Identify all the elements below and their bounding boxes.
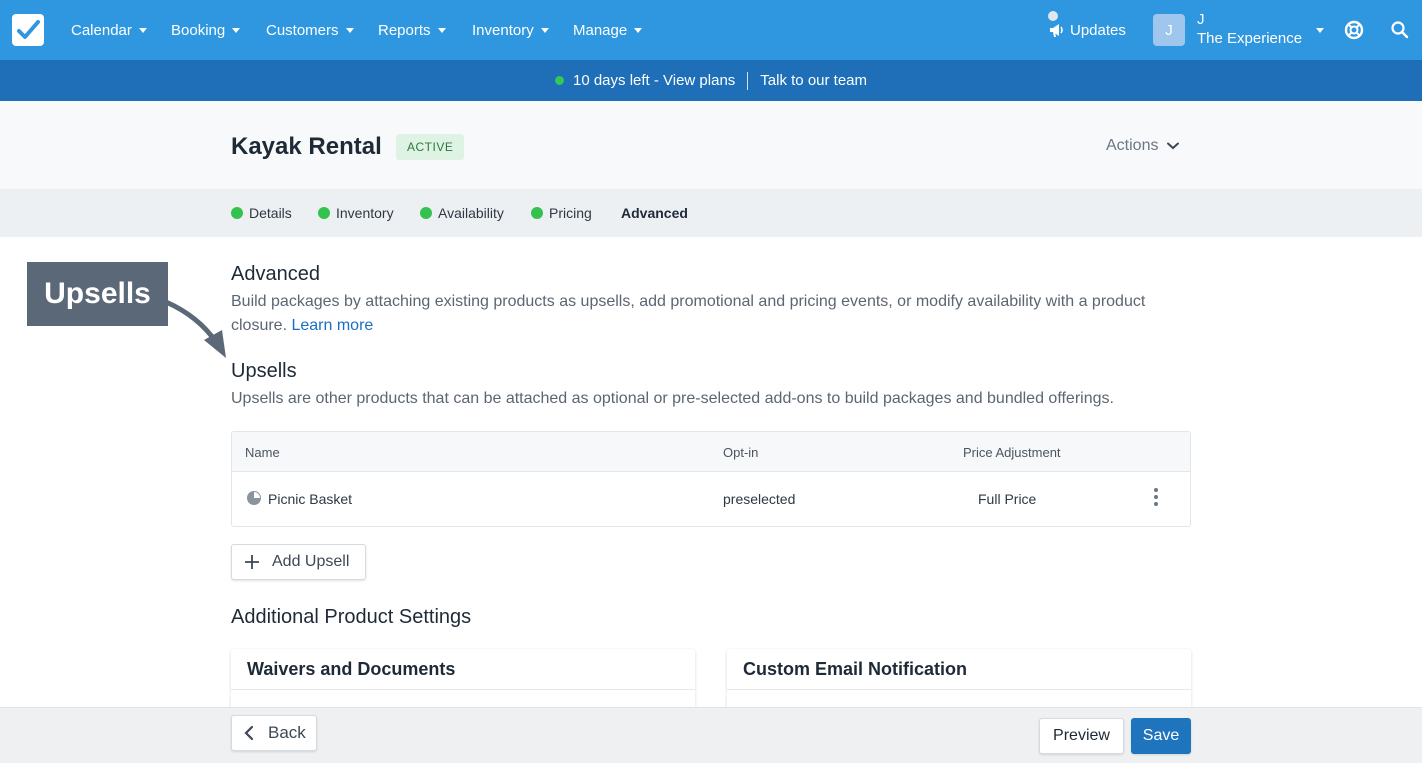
page-title: Kayak Rental — [231, 133, 382, 160]
tab-inventory[interactable]: Inventory — [318, 189, 394, 237]
tab-pricing[interactable]: Pricing — [531, 189, 592, 237]
upsells-callout: Upsells — [27, 262, 168, 326]
add-upsell-button[interactable]: Add Upsell — [231, 544, 366, 580]
table-header: Name Opt-in Price Adjustment — [232, 432, 1190, 472]
complete-dot-icon — [531, 207, 543, 219]
card-divider — [727, 689, 1191, 690]
avatar[interactable]: J — [1153, 14, 1185, 46]
complete-dot-icon — [420, 207, 432, 219]
nav-customers-label: Customers — [266, 21, 339, 39]
caret-down-icon — [138, 27, 147, 33]
trial-banner: 10 days left - View plans Talk to our te… — [0, 60, 1422, 101]
email-notification-card-title: Custom Email Notification — [743, 659, 968, 679]
tab-inventory-label: Inventory — [336, 205, 394, 221]
plus-icon — [245, 555, 259, 569]
chevron-down-icon — [1167, 142, 1180, 150]
caret-down-icon — [345, 27, 354, 33]
preview-button[interactable]: Preview — [1039, 718, 1124, 754]
updates-button[interactable]: Updates — [1048, 0, 1126, 60]
upsells-table: Name Opt-in Price Adjustment Picnic Bask… — [231, 431, 1191, 527]
actions-dropdown[interactable]: Actions — [1106, 137, 1180, 155]
waivers-card[interactable]: Waivers and Documents — [231, 649, 695, 709]
notification-dot-icon — [1048, 11, 1058, 21]
nav-manage[interactable]: Manage — [573, 0, 643, 60]
email-notification-card[interactable]: Custom Email Notification — [727, 649, 1191, 709]
waivers-card-title: Waivers and Documents — [247, 659, 456, 679]
tab-advanced[interactable]: Advanced — [621, 189, 688, 237]
back-button[interactable]: Back — [231, 715, 317, 751]
nav-booking-label: Booking — [171, 21, 226, 39]
add-upsell-label: Add Upsell — [272, 553, 350, 570]
nav-calendar-label: Calendar — [71, 21, 132, 39]
upsell-name: Picnic Basket — [268, 491, 353, 507]
save-button[interactable]: Save — [1131, 718, 1191, 754]
card-divider — [231, 689, 695, 690]
view-plans-link[interactable]: 10 days left - View plans — [573, 72, 735, 89]
back-label: Back — [268, 723, 306, 742]
upsells-heading: Upsells — [231, 360, 297, 382]
app-logo-checkbox-icon[interactable] — [12, 14, 44, 46]
nav-booking[interactable]: Booking — [171, 0, 241, 60]
account-menu[interactable]: J The Experience — [1197, 10, 1302, 48]
upsells-description: Upsells are other products that can be a… — [231, 390, 1114, 407]
tab-pricing-label: Pricing — [549, 205, 592, 221]
user-name: J — [1197, 11, 1205, 28]
nav-inventory-label: Inventory — [472, 21, 534, 39]
complete-dot-icon — [231, 207, 243, 219]
nav-customers[interactable]: Customers — [266, 0, 354, 60]
megaphone-icon — [1050, 24, 1063, 37]
footer-bar — [0, 707, 1422, 763]
caret-down-icon — [634, 27, 643, 33]
banner-divider — [747, 71, 749, 90]
tab-advanced-label: Advanced — [621, 205, 688, 221]
status-dot-icon — [554, 76, 564, 85]
nav-manage-label: Manage — [573, 21, 628, 39]
chevron-left-icon — [244, 725, 254, 741]
nav-reports[interactable]: Reports — [378, 0, 446, 60]
complete-dot-icon — [318, 207, 330, 219]
upsell-price-adjustment: Full Price — [978, 491, 1037, 507]
talk-to-team-link[interactable]: Talk to our team — [760, 72, 867, 89]
column-header-opt-in: Opt-in — [723, 445, 759, 460]
product-pie-icon — [247, 491, 261, 505]
actions-label: Actions — [1106, 137, 1159, 154]
nav-reports-label: Reports — [378, 21, 431, 39]
learn-more-link[interactable]: Learn more — [291, 317, 373, 334]
product-header — [0, 101, 1422, 189]
help-lifebuoy-icon[interactable] — [1344, 20, 1364, 40]
upsell-opt-in: preselected — [723, 491, 796, 507]
updates-label: Updates — [1070, 21, 1126, 39]
search-icon[interactable] — [1390, 20, 1410, 40]
company-name: The Experience — [1197, 30, 1303, 47]
additional-settings-heading: Additional Product Settings — [231, 606, 472, 628]
row-menu-kebab-icon[interactable] — [1151, 488, 1161, 510]
tab-details[interactable]: Details — [231, 189, 292, 237]
tab-availability-label: Availability — [438, 205, 504, 221]
tab-details-label: Details — [249, 205, 292, 221]
nav-calendar[interactable]: Calendar — [71, 0, 147, 60]
advanced-description: Build packages by attaching existing pro… — [231, 290, 1201, 338]
column-header-price-adjustment: Price Adjustment — [963, 445, 1061, 460]
top-navigation: Calendar Booking Customers Reports Inven… — [0, 0, 1422, 60]
status-badge: ACTIVE — [396, 134, 465, 160]
product-tabs — [0, 189, 1422, 237]
caret-down-icon — [437, 27, 446, 33]
advanced-heading: Advanced — [231, 263, 320, 285]
callout-arrow-icon — [163, 299, 226, 358]
column-header-name: Name — [245, 445, 280, 460]
caret-down-icon — [232, 27, 241, 33]
tab-availability[interactable]: Availability — [420, 189, 504, 237]
account-caret-down-icon[interactable] — [1316, 28, 1324, 33]
caret-down-icon — [540, 27, 549, 33]
nav-inventory[interactable]: Inventory — [472, 0, 549, 60]
